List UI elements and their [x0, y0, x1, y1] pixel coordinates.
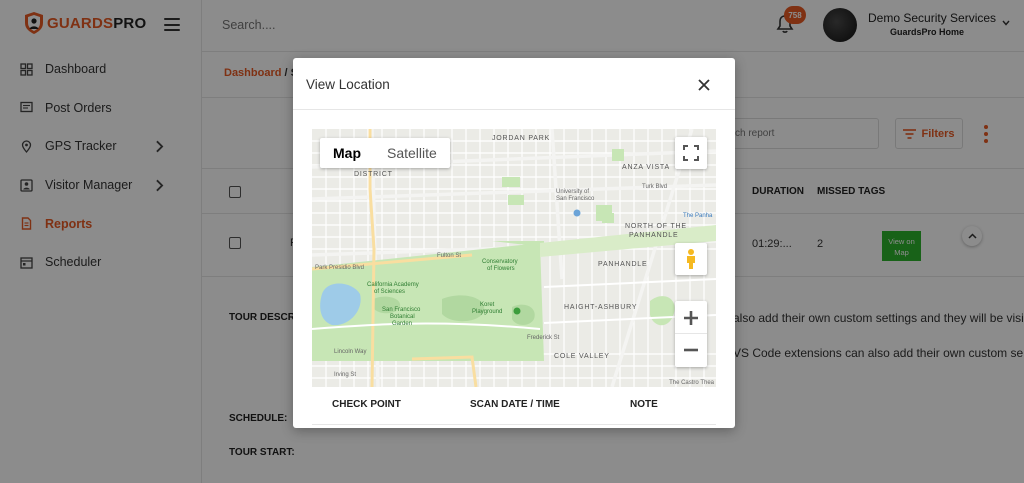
map-label-park-presidio: Park Presidio Blvd: [315, 265, 365, 271]
pegman-icon: [687, 249, 695, 269]
modal-title: View Location: [306, 77, 390, 92]
map-label-lincoln: Lincoln Way: [334, 349, 367, 355]
fullscreen-icon: [683, 145, 699, 161]
close-icon[interactable]: [697, 78, 711, 92]
modal-divider: [293, 109, 735, 110]
map-label-anza-vista: ANZA VISTA: [622, 164, 670, 171]
map-label-frederick: Frederick St: [527, 335, 560, 341]
map-label-university-1: University of: [556, 189, 590, 195]
map-label-garden-1: San Francisco: [382, 307, 421, 313]
map-label-academy-1: California Academy: [367, 282, 419, 288]
map-tab-satellite[interactable]: Satellite: [374, 138, 450, 168]
map-label-fulton: Fulton St: [437, 253, 462, 259]
map-label-haight-ashbury: HAIGHT-ASHBURY: [564, 304, 638, 311]
zoom-in-button[interactable]: [675, 302, 707, 334]
map-type-toggle: Map Satellite: [320, 138, 450, 168]
map-label-koret-1: Koret: [480, 302, 495, 308]
map-label-garden-2: Botanical: [390, 314, 415, 320]
column-header-check-point: CHECK POINT: [332, 399, 401, 410]
column-header-note: NOTE: [630, 399, 658, 410]
map-tab-map[interactable]: Map: [320, 138, 374, 168]
map-label-koret-2: Playground: [472, 309, 503, 315]
map-label-panhandle: PANHANDLE: [598, 261, 648, 268]
map-label-university-2: San Francisco: [556, 196, 595, 202]
zoom-out-button[interactable]: [675, 334, 707, 366]
street-view-pegman[interactable]: [675, 243, 707, 275]
column-header-scan-date-time: SCAN DATE / TIME: [470, 399, 560, 410]
plus-icon: [684, 310, 698, 325]
location-map[interactable]: JORDAN PARK ANZA VISTA NORTH OF THE PANH…: [312, 129, 716, 387]
map-label-turk: Turk Blvd: [642, 184, 668, 190]
zoom-controls: [675, 301, 707, 367]
map-label-garden-3: Garden: [392, 321, 413, 327]
map-label-castro: The Castro Thea: [669, 380, 714, 386]
map-label-cole-valley: COLE VALLEY: [554, 353, 610, 360]
fullscreen-button[interactable]: [675, 137, 707, 169]
map-label-jordan-park: JORDAN PARK: [492, 135, 551, 142]
modal-table-divider: [312, 424, 716, 425]
map-label-the-panhandle: The Panha: [683, 213, 713, 219]
map-label-district: DISTRICT: [354, 171, 393, 178]
map-label-north-panhandle-1: NORTH OF THE: [625, 223, 687, 230]
map-label-irving: Irving St: [334, 372, 357, 378]
view-location-modal: View Location JORDAN PARK ANZA VISTA NOR…: [293, 58, 735, 428]
map-label-north-panhandle-2: PANHANDLE: [629, 232, 679, 239]
map-label-academy-2: of Sciences: [374, 289, 406, 295]
map-label-conservatory-2: of Flowers: [487, 266, 515, 272]
map-label-conservatory-1: Conservatory: [482, 259, 518, 265]
minus-icon: [684, 348, 698, 352]
